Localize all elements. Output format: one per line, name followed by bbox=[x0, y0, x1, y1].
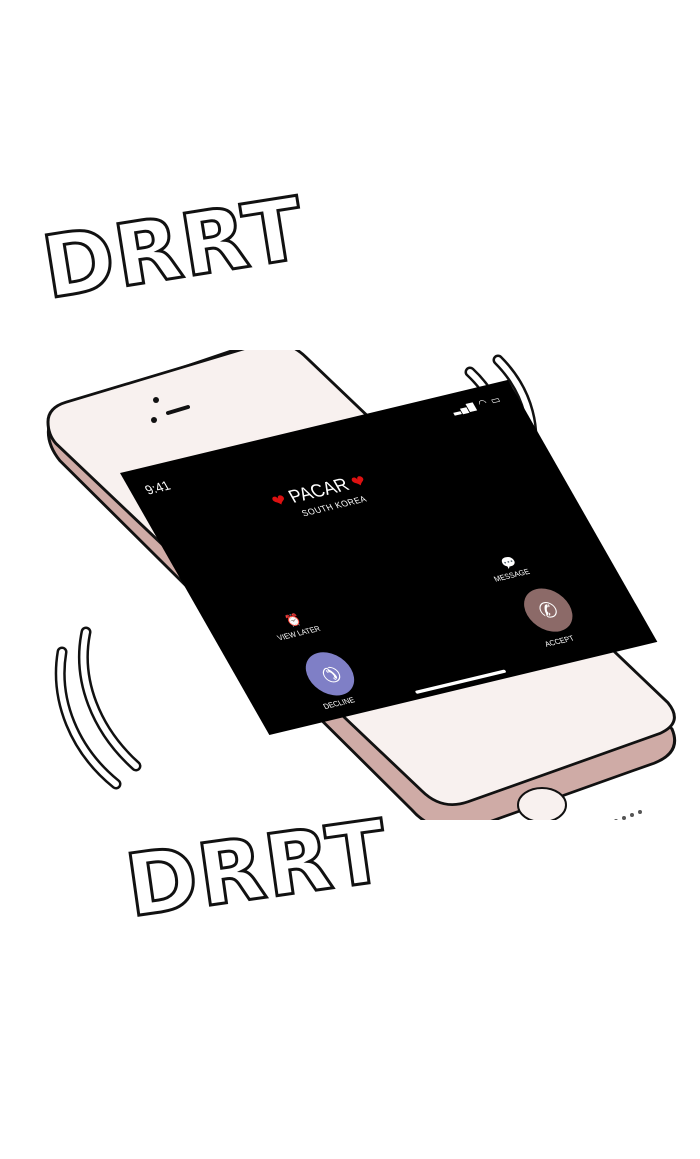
sound-effect-bottom: DRRT bbox=[119, 800, 396, 939]
message-option-label[interactable]: MESSAGE bbox=[493, 568, 532, 583]
signal-icon: ▂▄▆ bbox=[449, 399, 478, 416]
view-later-option-label[interactable]: VIEW LATER bbox=[276, 626, 322, 643]
decline-call-button[interactable]: ✆ bbox=[297, 647, 363, 700]
decline-call-label: DECLINE bbox=[322, 696, 357, 712]
sound-effect-top: DRRT bbox=[35, 177, 313, 320]
phone-handset-icon: ✆ bbox=[533, 597, 564, 624]
heart-icon: ❤ bbox=[347, 472, 371, 493]
battery-icon: ▭ bbox=[488, 393, 504, 407]
phone-handset-down-icon: ✆ bbox=[314, 660, 345, 687]
message-icon[interactable]: 💬 bbox=[498, 555, 520, 571]
accept-call-label: ACCEPT bbox=[543, 635, 577, 649]
accept-call-button[interactable]: ✆ bbox=[515, 584, 582, 637]
alarm-clock-icon[interactable]: ⏰ bbox=[283, 612, 305, 628]
status-time: 9:41 bbox=[141, 478, 174, 498]
smartphone: 9:41 ▂▄▆ ◠ ▭ ❤ PACAR ❤ SOUTH KOREA 💬 MES… bbox=[42, 350, 682, 820]
status-icons: ▂▄▆ ◠ ▭ bbox=[449, 394, 504, 417]
